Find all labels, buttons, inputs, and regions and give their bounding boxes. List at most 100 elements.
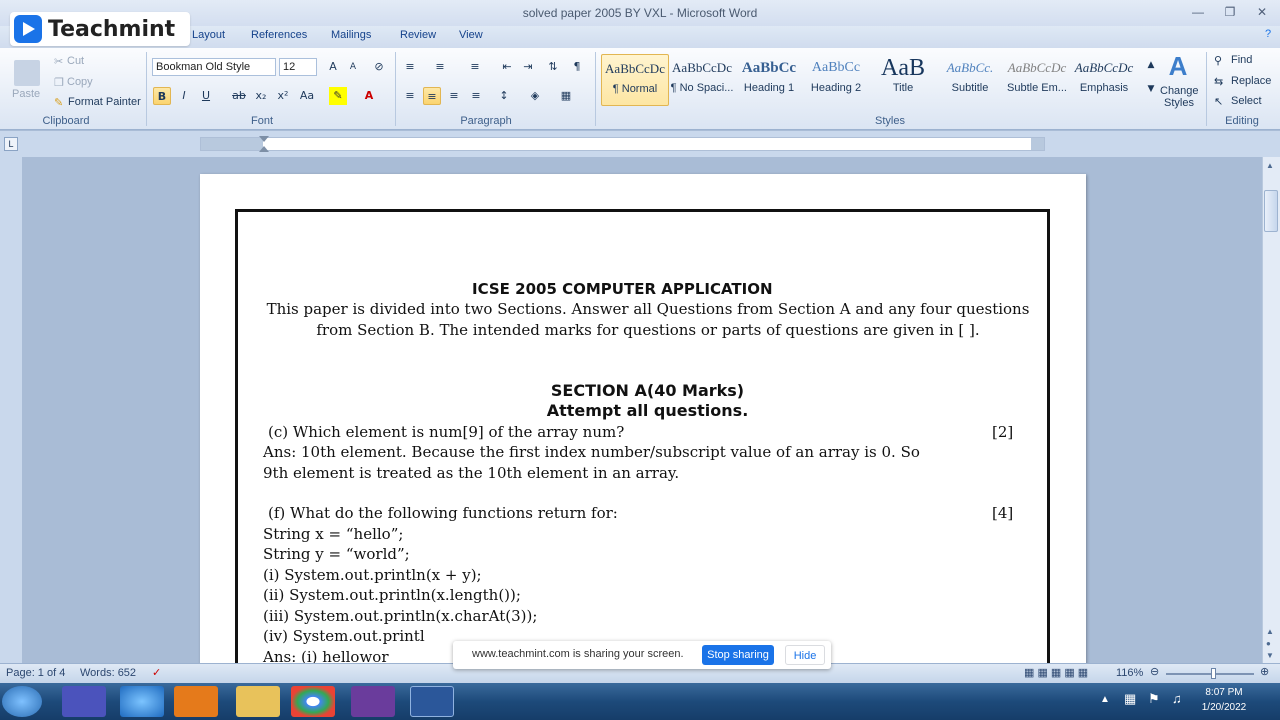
style-title[interactable]: AaB Title [869, 54, 937, 106]
next-page-icon[interactable]: ▼ [1266, 651, 1274, 660]
tray-expand-icon[interactable]: ▲ [1100, 694, 1110, 705]
styles-scroll-down-icon[interactable]: ▼ [1142, 80, 1160, 98]
align-right-icon[interactable]: ≡ [445, 87, 463, 105]
font-size-combo[interactable]: 12 [279, 58, 317, 76]
style-subtle-emphasis[interactable]: AaBbCcDc Subtle Em... [1003, 54, 1071, 106]
tab-mailings[interactable]: Mailings [331, 29, 371, 41]
style-heading-1[interactable]: AaBbCc Heading 1 [735, 54, 803, 106]
bullets-icon[interactable]: ≡ [401, 58, 419, 76]
select-icon[interactable]: ↖ [1214, 95, 1223, 108]
multilevel-list-icon[interactable]: ≡ [466, 58, 484, 76]
zoom-slider[interactable] [1166, 673, 1254, 675]
sort-icon[interactable]: ⇅ [544, 58, 562, 76]
minimize-button[interactable]: — [1186, 3, 1210, 21]
align-center-icon[interactable]: ≡ [423, 87, 441, 105]
superscript-icon[interactable]: x² [274, 87, 292, 105]
highlight-icon[interactable]: ✎ [329, 87, 347, 105]
chrome-icon[interactable] [291, 686, 335, 717]
teams-icon[interactable] [62, 686, 106, 717]
font-color-icon[interactable]: A [360, 87, 378, 105]
page-count[interactable]: Page: 1 of 4 [6, 667, 65, 679]
show-formatting-icon[interactable]: ¶ [568, 58, 586, 76]
zoom-in-icon[interactable]: ⊕ [1260, 665, 1269, 678]
word-icon[interactable] [410, 686, 454, 717]
clear-format-icon[interactable]: ⊘ [370, 58, 388, 76]
grow-font-icon[interactable]: A [324, 58, 342, 76]
line-spacing-icon[interactable]: ↕ [495, 87, 513, 105]
file-explorer-icon[interactable] [236, 686, 280, 717]
style-heading-2[interactable]: AaBbCc Heading 2 [802, 54, 870, 106]
word-count[interactable]: Words: 652 [80, 667, 136, 679]
close-button[interactable]: ✕ [1250, 3, 1274, 21]
cut-button[interactable]: Cut [67, 55, 84, 67]
numbering-icon[interactable]: ≡ [431, 58, 449, 76]
tab-review[interactable]: Review [400, 29, 436, 41]
help-icon[interactable]: ? [1265, 28, 1271, 40]
increase-indent-icon[interactable]: ⇥ [519, 58, 537, 76]
bold-icon[interactable]: B [153, 87, 171, 105]
paste-icon[interactable] [14, 60, 40, 86]
vertical-scrollbar[interactable]: ▲ ▲ ● ▼ [1262, 157, 1280, 663]
volume-icon[interactable]: ♫ [1172, 691, 1182, 706]
styles-scroll-up-icon[interactable]: ▲ [1142, 56, 1160, 74]
clock-time[interactable]: 8:07 PM [1196, 687, 1252, 698]
start-button[interactable] [2, 686, 42, 717]
underline-icon[interactable]: U [197, 87, 215, 105]
change-styles-icon[interactable]: A [1164, 52, 1192, 80]
select-button[interactable]: Select [1231, 95, 1262, 107]
clock-date[interactable]: 1/20/2022 [1196, 702, 1252, 713]
hanging-indent-marker[interactable] [259, 146, 269, 152]
tab-page-layout[interactable]: Layout [192, 29, 225, 41]
action-center-icon[interactable]: ⚑ [1148, 691, 1160, 707]
change-case-icon[interactable]: Aa [298, 87, 316, 105]
first-line-indent-marker[interactable] [259, 136, 269, 142]
align-left-icon[interactable]: ≡ [401, 87, 419, 105]
copy-icon[interactable]: ❐ [54, 76, 64, 89]
cut-icon[interactable]: ✂ [54, 55, 63, 68]
tab-references[interactable]: References [251, 29, 307, 41]
proofing-icon[interactable]: ✓ [152, 666, 161, 679]
find-icon[interactable]: ⚲ [1214, 54, 1222, 67]
select-browse-object-icon[interactable]: ● [1266, 639, 1271, 648]
italic-icon[interactable]: I [175, 87, 193, 105]
previous-page-icon[interactable]: ▲ [1266, 627, 1274, 636]
style-no-spacing[interactable]: AaBbCcDc ¶ No Spaci... [668, 54, 736, 106]
tab-selector-icon[interactable]: L [4, 137, 18, 151]
scroll-up-icon[interactable]: ▲ [1266, 161, 1274, 170]
justify-icon[interactable]: ≡ [467, 87, 485, 105]
style-subtitle[interactable]: AaBbCc. Subtitle [936, 54, 1004, 106]
strikethrough-icon[interactable]: ab [230, 87, 248, 105]
change-styles-button[interactable]: Change Styles [1160, 85, 1199, 109]
copy-button[interactable]: Copy [67, 76, 93, 88]
internet-explorer-icon[interactable] [120, 686, 164, 717]
view-buttons-icon[interactable]: ▦ ▦ ▦ ▦ ▦ [1024, 666, 1088, 679]
zoom-out-icon[interactable]: ⊖ [1150, 665, 1159, 678]
style-emphasis[interactable]: AaBbCcDc Emphasis [1070, 54, 1138, 106]
replace-button[interactable]: Replace [1231, 75, 1271, 87]
format-painter-button[interactable]: Format Painter [68, 96, 141, 108]
subscript-icon[interactable]: x₂ [252, 87, 270, 105]
network-icon[interactable]: ▦ [1124, 691, 1136, 707]
shrink-font-icon[interactable]: A [344, 58, 362, 76]
group-divider [1206, 52, 1207, 126]
stop-sharing-button[interactable]: Stop sharing [702, 645, 774, 665]
font-name-combo[interactable]: Bookman Old Style [152, 58, 276, 76]
media-player-icon[interactable] [174, 686, 218, 717]
onenote-icon[interactable] [351, 686, 395, 717]
restore-button[interactable]: ❐ [1218, 3, 1242, 21]
shading-icon[interactable]: ◈ [526, 87, 544, 105]
replace-icon[interactable]: ⇆ [1214, 75, 1223, 88]
horizontal-ruler[interactable] [200, 136, 1045, 152]
borders-icon[interactable]: ▦ [557, 87, 575, 105]
format-painter-icon[interactable]: ✎ [54, 96, 63, 109]
zoom-level[interactable]: 116% [1116, 667, 1143, 679]
find-button[interactable]: Find [1231, 54, 1252, 66]
zoom-slider-thumb[interactable] [1211, 668, 1216, 679]
tab-view[interactable]: View [459, 29, 483, 41]
style-normal[interactable]: AaBbCcDc ¶ Normal [601, 54, 669, 106]
hide-button[interactable]: Hide [785, 645, 825, 665]
scrollbar-thumb[interactable] [1264, 190, 1278, 232]
answer-c-line-2: 9th element is treated as the 10th eleme… [263, 464, 680, 482]
paste-button[interactable]: Paste [12, 88, 40, 100]
decrease-indent-icon[interactable]: ⇤ [498, 58, 516, 76]
